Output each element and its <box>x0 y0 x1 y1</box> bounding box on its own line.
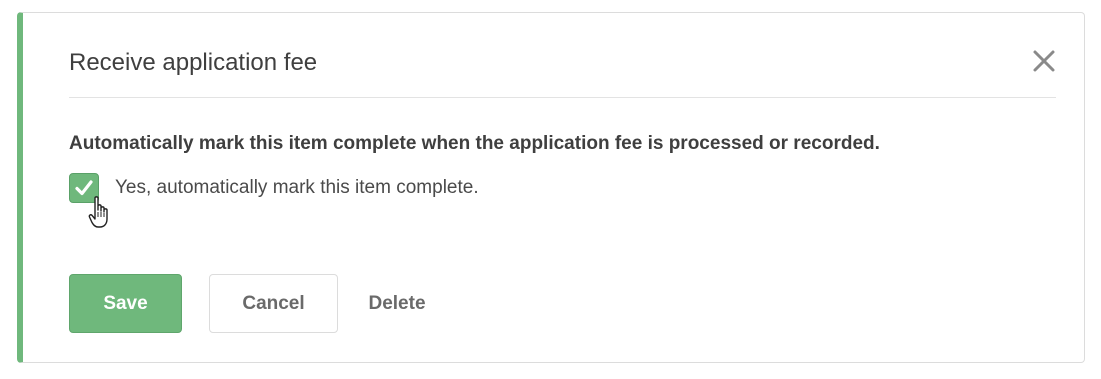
auto-complete-checkbox[interactable] <box>69 173 99 203</box>
title-divider <box>69 97 1056 98</box>
auto-complete-description: Automatically mark this item complete wh… <box>69 133 880 154</box>
checkmark-icon <box>75 180 93 196</box>
auto-complete-option[interactable]: Yes, automatically mark this item comple… <box>69 172 479 204</box>
delete-button[interactable]: Delete <box>355 274 439 333</box>
cancel-button[interactable]: Cancel <box>209 274 338 333</box>
dialog-title: Receive application fee <box>69 49 318 76</box>
close-button[interactable] <box>1030 47 1058 75</box>
close-icon <box>1033 50 1055 72</box>
auto-complete-checkbox-label[interactable]: Yes, automatically mark this item comple… <box>115 176 479 200</box>
application-fee-dialog: Receive application fee Automatically ma… <box>17 12 1085 363</box>
save-button[interactable]: Save <box>69 274 182 333</box>
